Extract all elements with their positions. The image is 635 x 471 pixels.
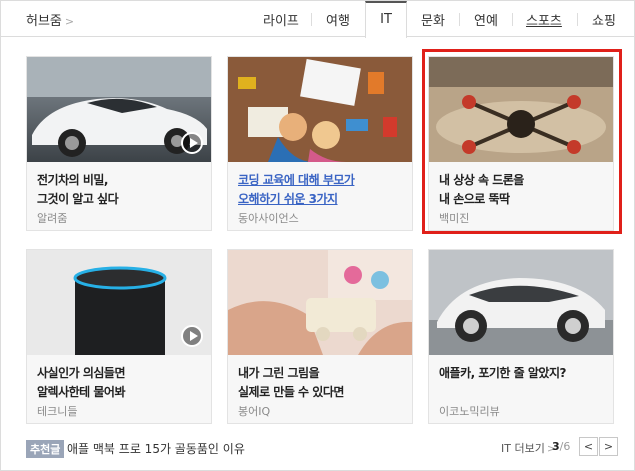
tab-divider — [577, 13, 578, 26]
title-line: 전기차의 비밀, — [37, 173, 108, 187]
title-line: 코딩 교육에 대해 부모가 — [238, 173, 355, 187]
tab-divider — [311, 13, 312, 26]
article-source: 알려줌 — [37, 212, 68, 225]
article-title[interactable]: 사실인가 의심들면 알렉사한테 물어봐 — [37, 364, 205, 402]
article-thumbnail[interactable] — [228, 57, 412, 162]
title-line: 오해하기 쉬운 3가지 — [238, 192, 338, 206]
title-line: 애플카, 포기한 줄 알았지? — [439, 366, 566, 380]
article-thumbnail[interactable] — [27, 250, 211, 355]
page-total: 6 — [563, 440, 571, 453]
article-card[interactable]: 사실인가 의심들면 알렉사한테 물어봐 테크니들 — [26, 249, 212, 424]
play-icon[interactable] — [181, 132, 203, 154]
article-card[interactable]: 코딩 교육에 대해 부모가 오해하기 쉬운 3가지 동아사이언스 — [227, 56, 413, 231]
play-icon[interactable] — [181, 325, 203, 347]
hubzoom-link[interactable]: 허브줌 > — [26, 10, 74, 29]
tab-it[interactable]: IT — [365, 1, 407, 38]
3d-toy-image — [228, 250, 412, 355]
recommended-link[interactable]: 애플 맥북 프로 15가 골동품인 이유 — [67, 440, 245, 457]
tab-culture[interactable]: 문화 — [421, 10, 445, 29]
title-line: 내가 그린 그림을 — [238, 366, 320, 380]
title-line: 실제로 만들 수 있다면 — [238, 385, 344, 399]
more-label: IT 더보기 — [501, 442, 545, 455]
prev-page-button[interactable]: < — [579, 437, 598, 456]
kids-laptop-image — [228, 57, 412, 162]
article-thumbnail[interactable] — [27, 57, 211, 162]
article-title[interactable]: 전기차의 비밀, 그것이 알고 싶다 — [37, 171, 205, 209]
it-news-widget: 허브줌 > 라이프 여행 IT 문화 연예 스포츠 쇼핑 전기차의 비밀, 그것… — [0, 0, 635, 471]
article-title[interactable]: 코딩 교육에 대해 부모가 오해하기 쉬운 3가지 — [238, 171, 406, 209]
category-header: 허브줌 > 라이프 여행 IT 문화 연예 스포츠 쇼핑 — [1, 1, 634, 38]
hub-label: 허브줌 — [26, 14, 62, 29]
more-it-link[interactable]: IT 더보기 > — [501, 440, 556, 456]
highlight-box — [422, 49, 622, 234]
chevron-right-icon: > — [64, 15, 75, 28]
article-source: 이코노믹리뷰 — [439, 405, 500, 418]
tab-sports[interactable]: 스포츠 — [526, 10, 562, 29]
chevron-left-icon: < — [583, 440, 594, 453]
next-page-button[interactable]: > — [599, 437, 618, 456]
tab-divider — [459, 13, 460, 26]
widget-footer: 추천글 애플 맥북 프로 15가 골동품인 이유 IT 더보기 > 3/6 < > — [1, 431, 634, 463]
tab-entertainment[interactable]: 연예 — [474, 10, 498, 29]
tab-travel[interactable]: 여행 — [326, 10, 350, 29]
page-current: 3 — [552, 440, 560, 453]
article-card[interactable]: 애플카, 포기한 줄 알았지? 이코노믹리뷰 — [428, 249, 614, 424]
tab-divider — [512, 13, 513, 26]
article-thumbnail[interactable] — [228, 250, 412, 355]
article-thumbnail[interactable] — [429, 250, 613, 355]
article-card[interactable]: 내가 그린 그림을 실제로 만들 수 있다면 봉어IQ — [227, 249, 413, 424]
concept-car-image — [429, 250, 613, 355]
tab-sports-label: 스포츠 — [526, 14, 562, 29]
title-line: 사실인가 의심들면 — [37, 366, 126, 380]
article-title[interactable]: 애플카, 포기한 줄 알았지? — [439, 364, 607, 383]
tab-life[interactable]: 라이프 — [263, 10, 299, 29]
article-card[interactable]: 전기차의 비밀, 그것이 알고 싶다 알려줌 — [26, 56, 212, 231]
title-line: 알렉사한테 물어봐 — [37, 385, 126, 399]
page-indicator: 3/6 — [552, 440, 571, 453]
chevron-right-icon: > — [603, 440, 614, 453]
article-source: 봉어IQ — [238, 405, 271, 418]
title-line: 그것이 알고 싶다 — [37, 192, 119, 206]
article-source: 동아사이언스 — [238, 212, 299, 225]
article-title[interactable]: 내가 그린 그림을 실제로 만들 수 있다면 — [238, 364, 406, 402]
recommended-badge: 추천글 — [26, 440, 65, 458]
tab-shopping[interactable]: 쇼핑 — [592, 10, 616, 29]
article-source: 테크니들 — [37, 405, 78, 418]
